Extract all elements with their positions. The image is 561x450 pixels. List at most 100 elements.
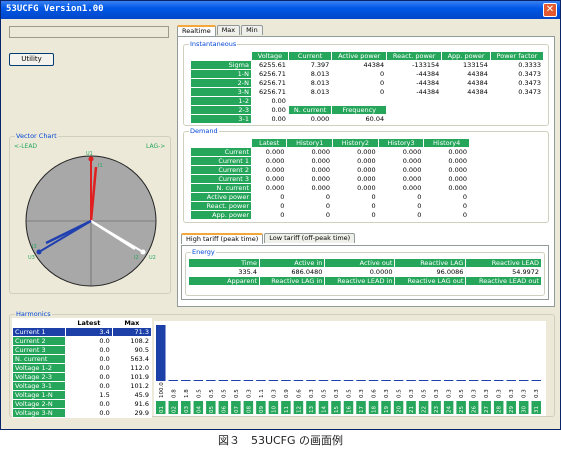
cell: 96.0086 — [395, 268, 466, 276]
tab-realtime[interactable]: Realtime — [177, 25, 216, 36]
cell: 44384 — [332, 61, 387, 69]
tab-max[interactable]: Max — [216, 25, 241, 35]
cell: 0 — [252, 211, 287, 219]
harmonics-row[interactable]: Voltage 1-N 1.5 45.9 — [13, 391, 151, 399]
harmonics-row[interactable]: Current 2 0.0 108.2 — [13, 337, 151, 345]
cell: 0.3473 — [490, 70, 543, 78]
close-button[interactable]: ✕ — [543, 3, 557, 17]
cell: 0.000 — [252, 184, 287, 192]
harmonic-value-label: 0.6 — [296, 389, 302, 398]
utility-button[interactable]: Utility — [9, 53, 54, 66]
harmonics-row[interactable]: Voltage 3-N 0.0 29.9 — [13, 409, 151, 417]
lag-label: LAG-> — [146, 143, 165, 150]
harmonics-max: 71.3 — [112, 328, 151, 336]
header-react-power: React. power — [387, 52, 442, 60]
header-current: Current — [288, 52, 332, 60]
table-row: 3-1 0.00 0.000 60.04 — [191, 115, 543, 123]
harmonics-row-label[interactable]: Voltage 2-N — [13, 400, 65, 408]
harmonics-latest: 0.0 — [66, 337, 112, 345]
harmonics-row-label[interactable]: Voltage 3-N — [13, 409, 65, 417]
cell: 0.000 — [424, 157, 469, 165]
harmonic-bar — [243, 380, 254, 381]
harmonics-latest: 0.0 — [66, 373, 112, 381]
cell: 8.013 — [288, 88, 332, 96]
i3-label: I3 — [32, 244, 37, 250]
harmonics-max: 90.5 — [112, 346, 151, 354]
harmonics-row[interactable]: Voltage 2-N 0.0 91.6 — [13, 400, 151, 408]
harmonics-latest: 1.5 — [66, 391, 112, 399]
cell: 8.013 — [288, 70, 332, 78]
cell: 0 — [378, 193, 424, 201]
harmonics-max: 101.2 — [112, 382, 151, 390]
figure-caption: 図３ 53UCFG の画面例 — [217, 434, 344, 447]
table-row: Current 2 0.000 0.000 0.000 0.000 0.000 — [191, 166, 469, 174]
energy-value-row-1: 335.4 686.0480 0.0000 96.0086 54.9972 — [189, 268, 541, 276]
harmonics-latest: 0.0 — [66, 364, 112, 372]
harmonic-bar — [168, 380, 179, 381]
cell: 133154 — [442, 61, 490, 69]
harmonic-bar — [506, 380, 516, 381]
harmonic-order-label: 19 — [384, 406, 390, 413]
demand-title: Demand — [189, 127, 219, 135]
harmonics-row[interactable]: N. current 0.0 563.4 — [13, 355, 151, 363]
cell: 0.000 — [333, 175, 378, 183]
title-bar[interactable]: 53UCFG Version1.00 ✕ — [1, 1, 560, 19]
cell: 0.3333 — [490, 61, 543, 69]
harmonics-row[interactable]: Current 1 3.4 71.3 — [13, 328, 151, 336]
lead-label: <-LEAD — [14, 143, 37, 150]
cell: 0 — [333, 211, 378, 219]
cell: 0.000 — [378, 166, 424, 174]
harmonic-value-label: 0.3 — [472, 389, 478, 398]
harmonics-row[interactable]: Current 3 0.0 90.5 — [13, 346, 151, 354]
cell: 0.000 — [287, 157, 333, 165]
realtime-panel: Instantaneous Voltage Current Active pow… — [177, 36, 555, 307]
harmonic-value-label: 0.5 — [459, 389, 465, 398]
harmonic-order-label: 15 — [334, 406, 340, 413]
energy-table: Time Active in Active out Reactive LAG R… — [188, 258, 542, 286]
demand-header-row: Latest History1 History2 History3 Histor… — [191, 139, 469, 147]
harmonics-row[interactable]: Voltage 1-2 0.0 112.0 — [13, 364, 151, 372]
harmonics-row-label[interactable]: Voltage 2-3 — [13, 373, 65, 381]
row-label: Current 2 — [191, 166, 251, 174]
harmonics-row-label[interactable]: Current 2 — [13, 337, 65, 345]
header-active-power: Active power — [332, 52, 387, 60]
harmonic-order-label: 27 — [484, 406, 490, 413]
harmonic-value-label: 0.5 — [347, 389, 353, 398]
table-row: App. power 0 0 0 0 0 — [191, 211, 469, 219]
harmonic-bar — [431, 380, 441, 381]
tab-low-tariff[interactable]: Low tariff (off-peak time) — [264, 233, 356, 243]
header-history2: History2 — [333, 139, 378, 147]
harmonics-latest: 0.0 — [66, 346, 112, 354]
harmonics-latest: 3.4 — [66, 328, 112, 336]
header-app-power: App. power — [442, 52, 490, 60]
harmonic-order-label: 03 — [184, 406, 190, 413]
harmonics-row-label[interactable]: Current 1 — [13, 328, 65, 336]
cell: 0 — [332, 79, 387, 87]
harmonics-row[interactable]: Voltage 3-1 0.0 101.2 — [13, 382, 151, 390]
cell: 0.000 — [252, 166, 287, 174]
header-latest: Latest — [66, 319, 112, 327]
tab-min[interactable]: Min — [241, 25, 263, 35]
harmonics-row-label[interactable]: Voltage 1-N — [13, 391, 65, 399]
harmonics-row[interactable]: Voltage 2-3 0.0 101.9 — [13, 373, 151, 381]
header-history4: History4 — [424, 139, 469, 147]
row-label: 2-N — [191, 79, 251, 87]
harmonics-row-label[interactable]: Voltage 3-1 — [13, 382, 65, 390]
harmonic-bar — [443, 380, 454, 381]
cell: 0.000 — [378, 148, 424, 156]
harmonic-value-label: 0.3 — [359, 389, 365, 398]
harmonic-order-label: 31 — [534, 406, 540, 413]
harmonics-row-label[interactable]: N. current — [13, 355, 65, 363]
harmonics-row-label[interactable]: Voltage 1-2 — [13, 364, 65, 372]
table-row: N. current 0.000 0.000 0.000 0.000 0.000 — [191, 184, 469, 192]
harmonic-bar — [181, 379, 191, 381]
harmonic-bar — [368, 380, 379, 381]
harmonic-bar — [418, 380, 429, 381]
cell: 0.00 — [252, 115, 288, 123]
cell: 0.000 — [252, 148, 287, 156]
harmonic-order-label: 14 — [321, 406, 327, 413]
energy-header: Reactive LAG out — [395, 277, 466, 285]
cell: 0 — [332, 88, 387, 96]
harmonics-row-label[interactable]: Current 3 — [13, 346, 65, 354]
tab-high-tariff[interactable]: High tariff (peak time) — [181, 233, 264, 244]
